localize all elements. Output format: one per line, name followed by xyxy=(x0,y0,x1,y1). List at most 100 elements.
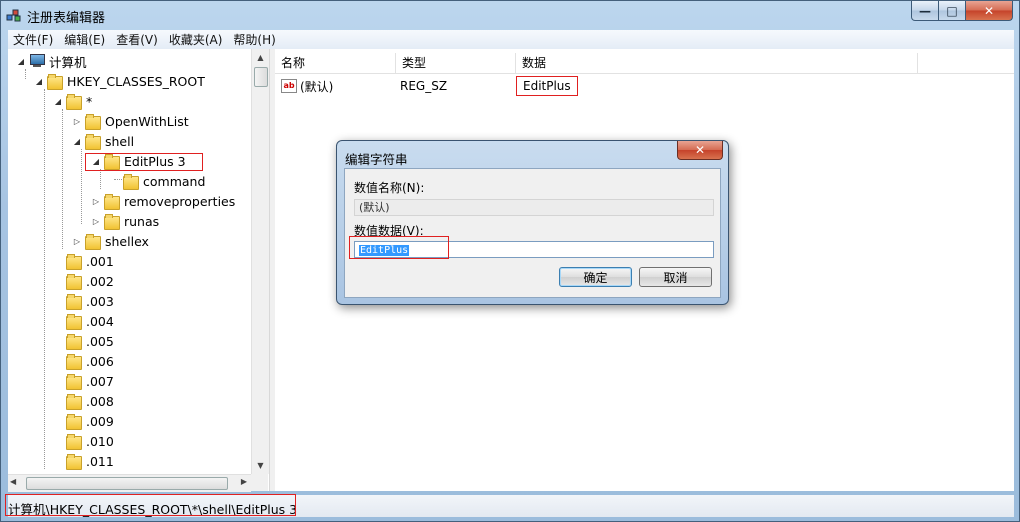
folder-icon xyxy=(66,414,82,430)
scroll-left-icon[interactable]: ◀ xyxy=(10,477,16,486)
expander-icon[interactable]: ◢ xyxy=(53,97,63,106)
tree-item-011[interactable]: .011 xyxy=(53,451,114,471)
tree-item-command[interactable]: command xyxy=(110,171,205,191)
dialog-body: 数值名称(N): (默认) 数值数据(V): EditPlus 确定 取消 xyxy=(344,168,721,298)
cancel-button[interactable]: 取消 xyxy=(639,267,712,287)
tree-item-label: runas xyxy=(124,213,160,229)
maximize-button[interactable]: □ xyxy=(938,1,966,21)
registry-editor-window: 注册表编辑器 — □ ✕ 文件(F) 编辑(E) 查看(V) 收藏夹(A) 帮助… xyxy=(0,0,1020,522)
folder-icon xyxy=(85,234,101,250)
regedit-icon xyxy=(6,9,21,22)
scroll-down-icon[interactable]: ▼ xyxy=(252,457,269,474)
folder-icon xyxy=(85,114,101,130)
folder-icon xyxy=(66,334,82,350)
tree-item-removeproperties[interactable]: ▷ removeproperties xyxy=(91,191,235,211)
folder-icon xyxy=(66,294,82,310)
tree-item-003[interactable]: .003 xyxy=(53,291,114,311)
tree-item-004[interactable]: .004 xyxy=(53,311,114,331)
folder-icon xyxy=(66,314,82,330)
value-data: EditPlus xyxy=(516,76,578,96)
menu-bar: 文件(F) 编辑(E) 查看(V) 收藏夹(A) 帮助(H) xyxy=(8,30,1014,49)
scroll-right-icon[interactable]: ▶ xyxy=(241,477,247,486)
tree-item-009[interactable]: .009 xyxy=(53,411,114,431)
tree-item-008[interactable]: .008 xyxy=(53,391,114,411)
tree-item-label: OpenWithList xyxy=(105,113,189,129)
tree-item-label: .001 xyxy=(86,253,114,269)
expander-icon[interactable]: ▷ xyxy=(91,197,101,206)
folder-icon xyxy=(123,174,139,190)
list-item[interactable]: ab (默认) REG_SZ EditPlus xyxy=(275,75,578,97)
tree-item-openwithlist[interactable]: ▷ OpenWithList xyxy=(72,111,189,131)
tree-item-shellex[interactable]: ▷ shellex xyxy=(72,231,149,251)
ab-string-icon: ab xyxy=(281,79,297,93)
title-bar[interactable]: 注册表编辑器 — □ ✕ xyxy=(1,1,1019,29)
tree-line xyxy=(62,109,63,249)
tree-item-001[interactable]: .001 xyxy=(53,251,114,271)
tree-item-label: HKEY_CLASSES_ROOT xyxy=(67,73,205,89)
tree-item-007[interactable]: .007 xyxy=(53,371,114,391)
folder-icon xyxy=(66,274,82,290)
expander-icon[interactable]: ▷ xyxy=(72,237,82,246)
menu-file[interactable]: 文件(F) xyxy=(8,31,59,48)
tree-item-006[interactable]: .006 xyxy=(53,351,114,371)
column-header-name[interactable]: 名称 xyxy=(275,53,396,73)
tree-item-label: shell xyxy=(105,133,135,149)
tree-item-label: * xyxy=(86,93,93,109)
highlight-box xyxy=(349,236,449,259)
tree-line xyxy=(100,169,101,189)
expander-icon[interactable]: ▷ xyxy=(72,117,82,126)
tree-item-label: removeproperties xyxy=(124,193,236,209)
tree-item-label: .004 xyxy=(86,313,114,329)
list-header: 名称 类型 数据 xyxy=(275,53,1014,74)
folder-icon xyxy=(104,214,120,230)
expander-icon[interactable]: ◢ xyxy=(72,137,82,146)
tree-vertical-scrollbar[interactable]: ▲ ▼ xyxy=(251,49,269,474)
folder-icon xyxy=(66,394,82,410)
scroll-up-icon[interactable]: ▲ xyxy=(252,49,269,66)
expander-icon[interactable]: ◢ xyxy=(16,57,26,66)
dialog-close-button[interactable]: ✕ xyxy=(677,141,723,160)
tree-item-label: 计算机 xyxy=(49,54,87,70)
tree-item-label: .008 xyxy=(86,393,114,409)
expander-icon[interactable]: ▷ xyxy=(91,217,101,226)
column-header-type[interactable]: 类型 xyxy=(396,53,516,73)
tree-line xyxy=(81,149,82,224)
folder-icon xyxy=(66,254,82,270)
folder-icon xyxy=(85,134,101,150)
tree-item-label: .006 xyxy=(86,353,114,369)
ok-button[interactable]: 确定 xyxy=(559,267,632,287)
registry-tree[interactable]: ◢ 计算机 ◢ HKEY_CLASSES_ROOT ◢ * ▷ OpenWith… xyxy=(8,49,250,474)
folder-icon xyxy=(66,94,82,110)
dialog-title: 编辑字符串 xyxy=(345,152,408,167)
tree-horizontal-scrollbar[interactable]: ◀ ▶ xyxy=(8,474,251,492)
menu-view[interactable]: 查看(V) xyxy=(111,31,164,48)
column-header-empty xyxy=(918,53,1014,73)
value-name-field: (默认) xyxy=(354,199,714,216)
value-name: (默认) xyxy=(300,79,334,94)
tree-item-shell[interactable]: ◢ shell xyxy=(72,131,134,151)
minimize-button[interactable]: — xyxy=(911,1,939,21)
tree-item-label: shellex xyxy=(105,233,149,249)
tree-item-hkcr[interactable]: ◢ HKEY_CLASSES_ROOT xyxy=(34,71,205,91)
menu-edit[interactable]: 编辑(E) xyxy=(59,31,111,48)
tree-item-star[interactable]: ◢ * xyxy=(53,91,92,111)
tree-item-005[interactable]: .005 xyxy=(53,331,114,351)
tree-item-010[interactable]: .010 xyxy=(53,431,114,451)
expander-icon[interactable]: ◢ xyxy=(34,77,44,86)
tree-item-label: .010 xyxy=(86,433,114,449)
tree-item-computer[interactable]: ◢ 计算机 xyxy=(16,51,87,71)
menu-help[interactable]: 帮助(H) xyxy=(228,31,281,48)
column-header-data[interactable]: 数据 xyxy=(516,53,918,73)
menu-favorites[interactable]: 收藏夹(A) xyxy=(164,31,229,48)
tree-item-label: .002 xyxy=(86,273,114,289)
close-button[interactable]: ✕ xyxy=(965,1,1013,21)
scrollbar-corner xyxy=(251,474,268,491)
scroll-thumb[interactable] xyxy=(26,477,228,490)
tree-line xyxy=(44,89,45,469)
tree-item-label: .005 xyxy=(86,333,114,349)
tree-item-runas[interactable]: ▷ runas xyxy=(91,211,159,231)
tree-item-002[interactable]: .002 xyxy=(53,271,114,291)
highlight-box xyxy=(85,153,203,171)
scroll-thumb[interactable] xyxy=(254,67,268,87)
folder-icon xyxy=(47,74,63,90)
